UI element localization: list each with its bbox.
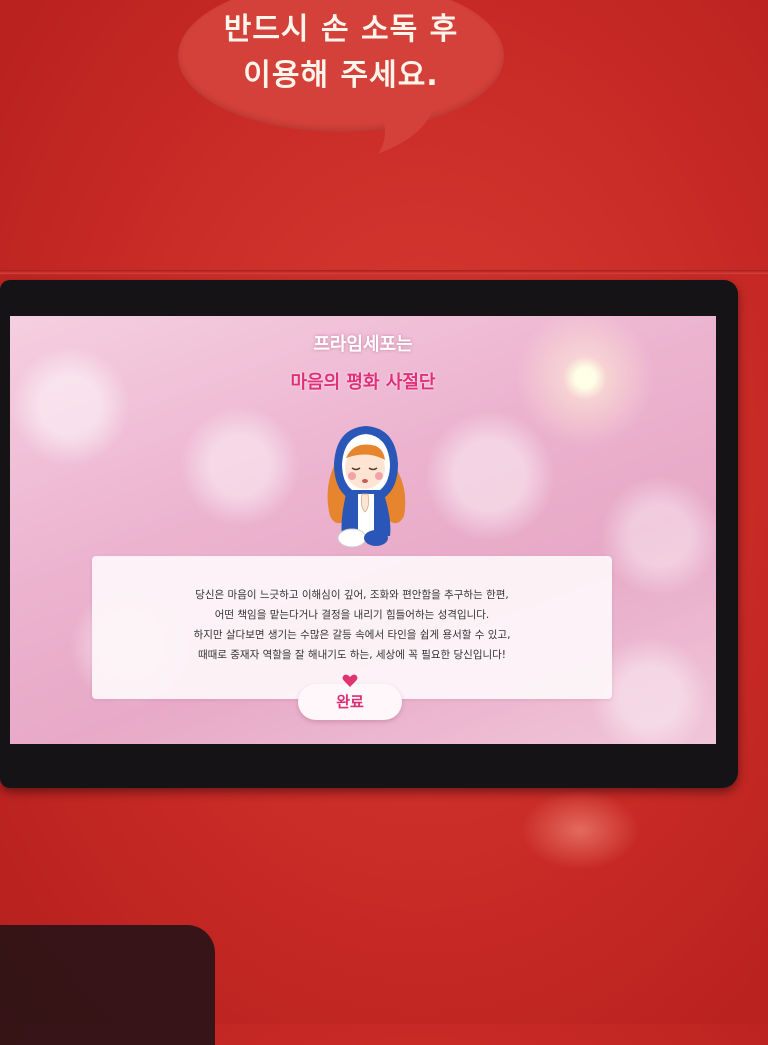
- description-line-4: 때때로 중재자 역할을 잘 해내기도 하는, 세상에 꼭 필요한 당신입니다!: [197, 649, 507, 661]
- sign-text-line-2: 이용해 주세요.: [243, 58, 439, 93]
- heart-icon: [342, 674, 358, 687]
- sign-text-line-1: 반드시 손 소독 후: [223, 12, 459, 47]
- description-line-1: 당신은 마음이 느긋하고 이해심이 깊어, 조화와 편안함을 추구하는 한편,: [195, 589, 509, 601]
- cabinet-seam: [0, 270, 768, 274]
- done-button[interactable]: 완료: [298, 684, 402, 720]
- description-line-3: 하지만 살다보면 생기는 수많은 갈등 속에서 타인을 쉽게 용서할 수 있고,: [193, 629, 511, 641]
- kiosk-screen: 프라임세포는 마음의 평화 사절단 당신은 마음이 느긋하고 이해심이 깊어, …: [10, 316, 716, 744]
- praying-girl-character-icon: [327, 426, 406, 548]
- speech-bubble-tail: [378, 110, 432, 154]
- tablet-device: 프라임세포는 마음의 평화 사절단 당신은 마음이 느긋하고 이해심이 깊어, …: [0, 280, 738, 788]
- result-pretitle: 프라임세포는: [313, 334, 413, 355]
- result-title: 마음의 평화 사절단: [290, 372, 436, 393]
- light-reflection: [520, 790, 640, 870]
- photographer-shadow: [0, 925, 215, 1045]
- description-line-2: 어떤 책임을 맡는다거나 결정을 내리기 힘들어하는 성격입니다.: [214, 609, 490, 621]
